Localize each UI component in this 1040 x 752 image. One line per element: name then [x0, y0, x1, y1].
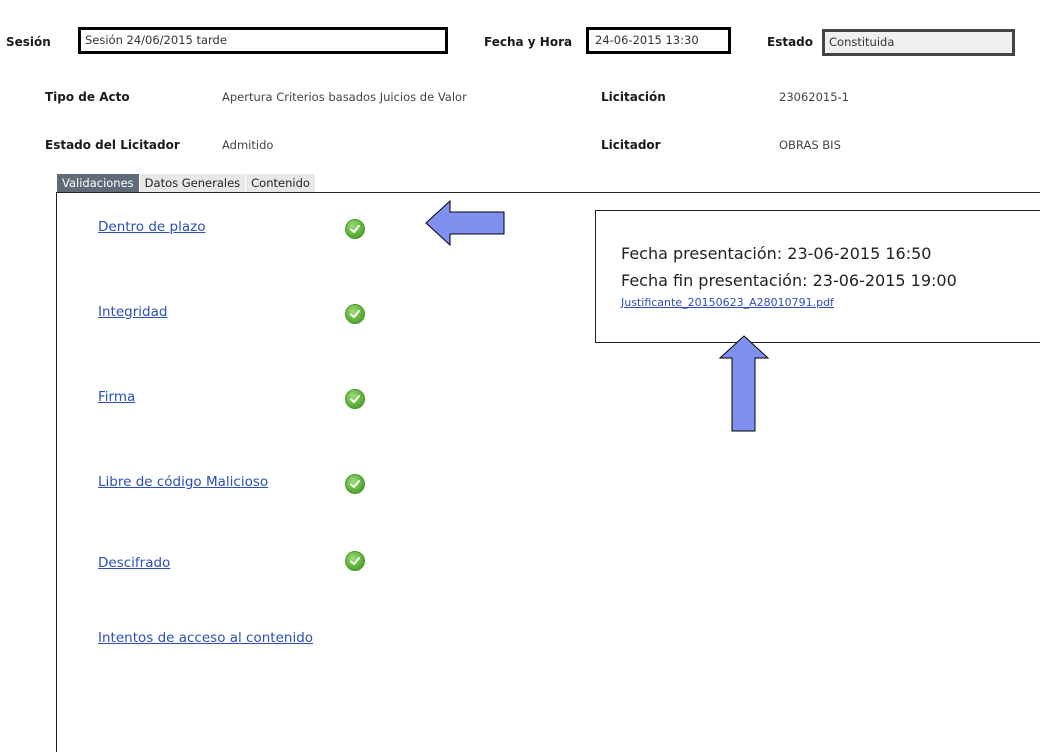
- fecha-hora-field[interactable]: 24-06-2015 13:30: [586, 27, 731, 54]
- justificante-link[interactable]: Justificante_20150623_A28010791.pdf: [621, 296, 834, 309]
- licitador-label: Licitador: [601, 138, 661, 152]
- check-icon: [345, 389, 365, 409]
- check-icon: [345, 304, 365, 324]
- licitacion-value: 23062015-1: [779, 90, 849, 104]
- arrow-up-icon: [718, 335, 770, 432]
- validation-link-intentos-acceso[interactable]: Intentos de acceso al contenido: [98, 630, 313, 646]
- check-icon: [345, 219, 365, 239]
- fecha-hora-label: Fecha y Hora: [484, 35, 573, 49]
- tipo-acto-label: Tipo de Acto: [45, 90, 130, 104]
- fecha-fin-presentacion-text: Fecha fin presentación: 23-06-2015 19:00: [621, 271, 957, 290]
- estado-field[interactable]: Constituida: [822, 29, 1015, 56]
- check-icon: [345, 474, 365, 494]
- validation-link-libre-codigo-malicioso[interactable]: Libre de código Malicioso: [98, 474, 268, 490]
- validation-link-integridad[interactable]: Integridad: [98, 304, 167, 320]
- tab-bar: Validaciones Datos Generales Contenido: [57, 174, 316, 193]
- licitacion-label: Licitación: [601, 90, 666, 104]
- presentation-info-box: Fecha presentación: 23-06-2015 16:50 Fec…: [595, 210, 1040, 343]
- sesion-label: Sesión: [6, 35, 51, 49]
- tipo-acto-value: Apertura Criterios basados Juicios de Va…: [222, 90, 467, 104]
- tab-datos-generales[interactable]: Datos Generales: [139, 174, 246, 193]
- tab-contenido[interactable]: Contenido: [246, 174, 315, 193]
- arrow-left-icon: [425, 199, 505, 247]
- tab-validaciones[interactable]: Validaciones: [57, 174, 139, 193]
- check-icon: [345, 551, 365, 571]
- licitador-value: OBRAS BIS: [779, 138, 841, 152]
- validation-link-firma[interactable]: Firma: [98, 389, 135, 405]
- sesion-field[interactable]: Sesión 24/06/2015 tarde: [78, 27, 448, 54]
- validation-link-dentro-de-plazo[interactable]: Dentro de plazo: [98, 219, 205, 235]
- estado-label: Estado: [767, 35, 814, 49]
- estado-licitador-value: Admitido: [222, 138, 274, 152]
- fecha-presentacion-text: Fecha presentación: 23-06-2015 16:50: [621, 244, 932, 263]
- estado-licitador-label: Estado del Licitador: [45, 138, 180, 152]
- validation-link-descifrado[interactable]: Descifrado: [98, 555, 170, 571]
